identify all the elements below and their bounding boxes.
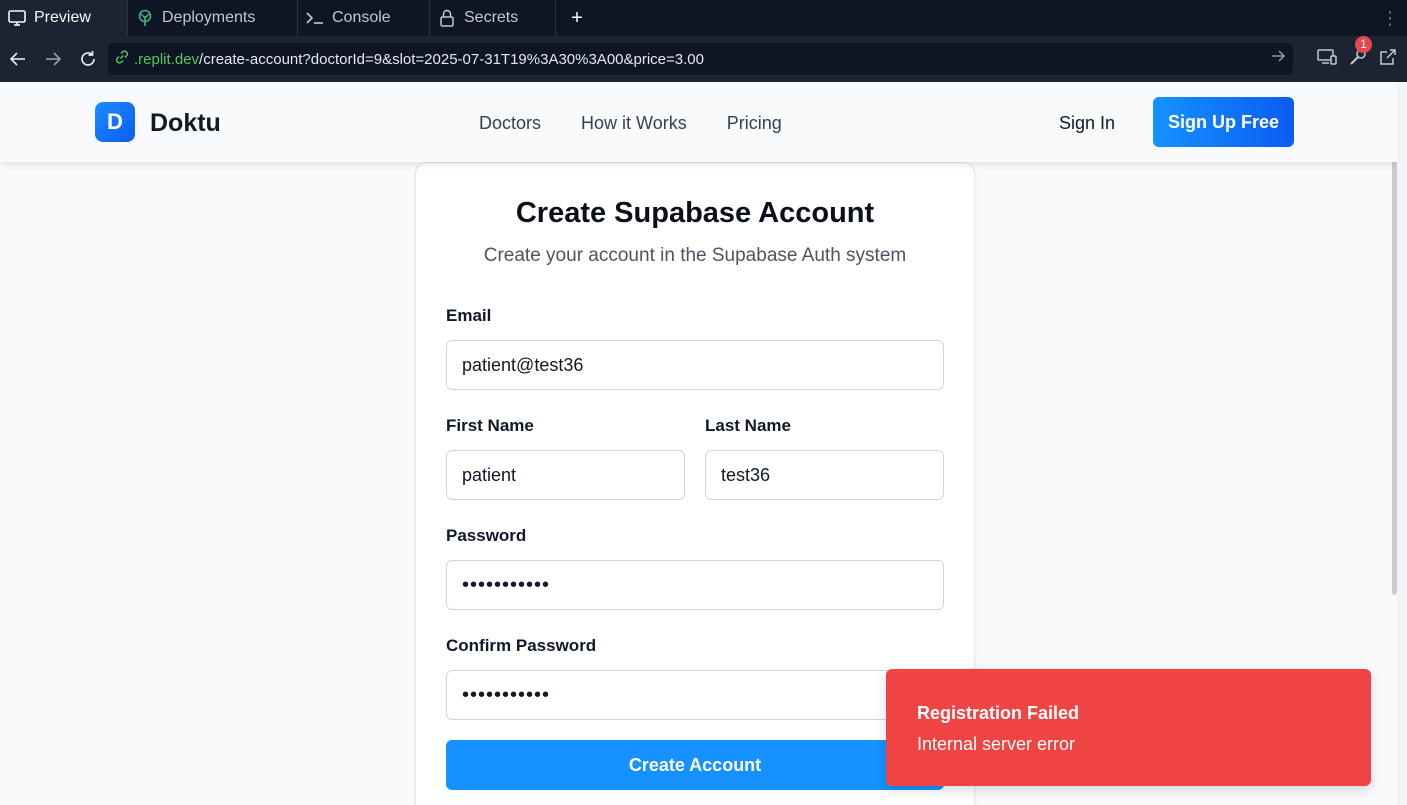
url-bar-actions: 1: [1317, 35, 1407, 82]
arrow-left-icon: [9, 52, 25, 66]
confirm-password-field[interactable]: •••••••••••: [446, 670, 944, 720]
toast-message: Internal server error: [917, 734, 1076, 754]
add-tab-button[interactable]: +: [556, 0, 598, 36]
page-title: Create Supabase Account: [515, 197, 875, 229]
nav-how-it-works[interactable]: How it Works: [581, 113, 687, 134]
page-viewport: D Doktu Doctors How it Works Pricing Sig…: [0, 82, 1397, 805]
tab-label: Secrets: [464, 9, 519, 26]
devtools-button[interactable]: 1: [1349, 35, 1372, 71]
toast-title: Registration Failed: [917, 703, 1080, 723]
email-label: Email: [446, 306, 492, 325]
nav-doctors[interactable]: Doctors: [479, 113, 541, 134]
tab-deployments[interactable]: Deployments: [128, 0, 298, 36]
tab-preview[interactable]: Preview: [0, 0, 128, 36]
open-external-icon[interactable]: [1379, 48, 1397, 71]
first-name-field[interactable]: patient: [446, 450, 685, 500]
last-name-label: Last Name: [705, 416, 791, 435]
first-name-label: First Name: [446, 416, 534, 435]
last-name-field[interactable]: test36: [705, 450, 944, 500]
email-field[interactable]: patient@test36: [446, 340, 944, 390]
page-subtitle: Create your account in the Supabase Auth…: [483, 245, 907, 266]
terminal-icon: [306, 9, 324, 27]
monitor-icon: [8, 9, 26, 27]
forward-button[interactable]: [35, 36, 70, 82]
tab-label: Deployments: [162, 9, 256, 26]
scrollbar-track[interactable]: [1397, 82, 1407, 805]
link-icon: [114, 49, 130, 69]
address-field[interactable]: .replit.dev/create-account?doctorId=9&sl…: [108, 43, 1293, 75]
more-options-icon[interactable]: ⋮: [1373, 0, 1407, 36]
site-header: D Doktu Doctors How it Works Pricing Sig…: [0, 82, 1397, 162]
nav-pricing[interactable]: Pricing: [727, 113, 782, 134]
tab-label: Preview: [34, 9, 91, 26]
logo[interactable]: D: [95, 102, 135, 142]
confirm-password-label: Confirm Password: [446, 636, 597, 655]
lock-icon: [438, 9, 456, 27]
password-field[interactable]: •••••••••••: [446, 560, 944, 610]
tab-console[interactable]: Console: [298, 0, 430, 36]
create-account-button[interactable]: Create Account: [446, 740, 944, 790]
tab-label: Console: [332, 9, 391, 26]
url-domain: .replit.dev: [134, 50, 200, 68]
notification-badge: 1: [1355, 35, 1372, 53]
url-path: /create-account?doctorId=9&slot=2025-07-…: [199, 50, 704, 68]
main-nav: Doctors How it Works Pricing: [479, 113, 782, 134]
devices-icon[interactable]: [1317, 48, 1337, 71]
back-button[interactable]: [0, 36, 35, 82]
arrow-right-icon: [45, 52, 61, 66]
sign-in-link[interactable]: Sign In: [1059, 113, 1115, 134]
reload-icon: [80, 51, 95, 66]
tab-secrets[interactable]: Secrets: [430, 0, 556, 36]
scrollbar-thumb[interactable]: [1392, 135, 1397, 595]
error-toast[interactable]: Registration Failed Internal server erro…: [886, 669, 1371, 786]
ide-tab-bar: Preview Deployments Console Secrets + ⋮: [0, 0, 1407, 36]
url-bar: .replit.dev/create-account?doctorId=9&sl…: [0, 35, 1407, 82]
password-label: Password: [446, 526, 527, 545]
brand-name[interactable]: Doktu: [150, 109, 221, 138]
reload-button[interactable]: [70, 36, 105, 82]
deploy-icon: [136, 9, 154, 27]
sign-up-button[interactable]: Sign Up Free: [1153, 97, 1294, 147]
go-arrow-icon[interactable]: [1271, 49, 1285, 67]
